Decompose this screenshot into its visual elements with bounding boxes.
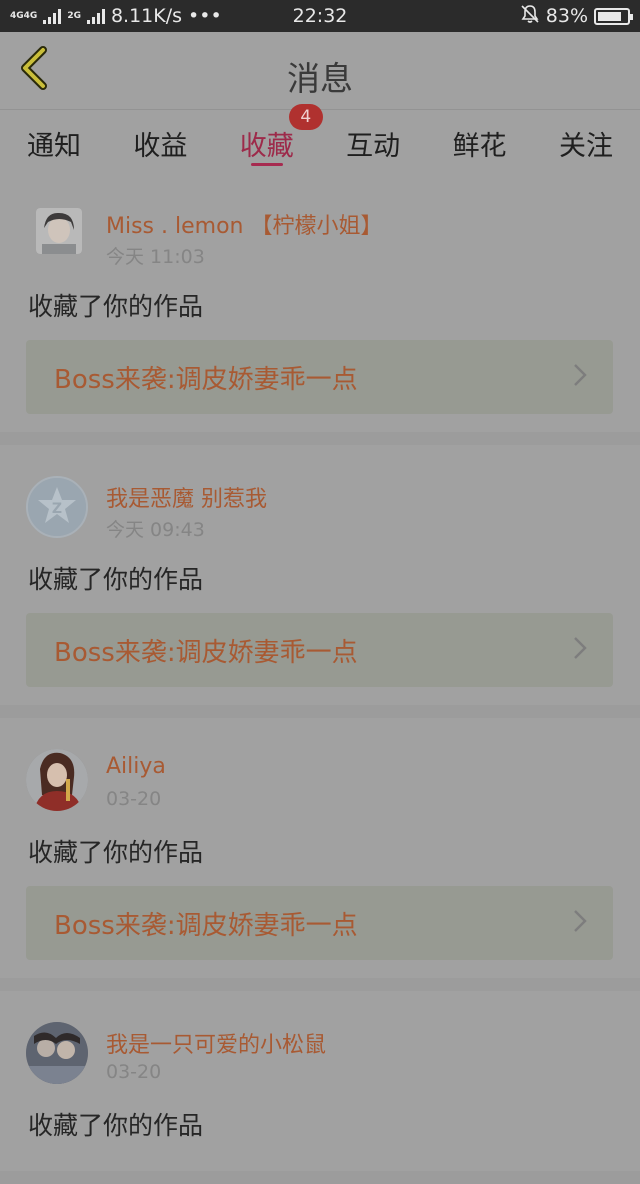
avatar[interactable]: Z	[26, 476, 88, 538]
tab-interaction[interactable]: 互动	[345, 110, 401, 172]
battery-fill	[598, 11, 622, 21]
chevron-right-icon	[573, 636, 587, 664]
tab-favorites[interactable]: 收藏 4	[239, 104, 323, 172]
user-name[interactable]: 我是一只可爱的小松鼠	[106, 1027, 326, 1059]
action-text: 收藏了你的作品	[28, 1111, 204, 1140]
signal-icon-2	[86, 8, 105, 24]
work-link[interactable]: Boss来袭:调皮娇妻乖一点	[26, 886, 613, 960]
timestamp: 今天 11:03	[106, 246, 205, 268]
tab-notice[interactable]: 通知	[26, 110, 82, 172]
tab-bar: 通知 收益 收藏 4 互动 鲜花 关注	[0, 104, 640, 172]
message-list: Miss . lemon 【柠檬小姐】 今天 11:03 收藏了你的作品 Bos…	[0, 172, 640, 1184]
tab-flowers[interactable]: 鲜花	[452, 110, 508, 172]
status-bar: 4G4G 2G 8.11K/s ••• 22:32 83%	[0, 0, 640, 32]
unread-badge: 4	[288, 104, 323, 130]
avatar[interactable]	[26, 1022, 88, 1084]
user-name[interactable]: Ailiya	[106, 754, 166, 779]
work-title: Boss来袭:调皮娇妻乖一点	[54, 637, 358, 668]
battery-percent: 83%	[545, 5, 588, 27]
work-link[interactable]: Boss来袭:调皮娇妻乖一点	[26, 613, 613, 687]
network-type-2g: 2G	[67, 10, 81, 21]
signal-icon	[43, 8, 62, 24]
work-title: Boss来袭:调皮娇妻乖一点	[54, 910, 358, 941]
list-item: 我是一只可爱的小松鼠 03-20 收藏了你的作品	[0, 991, 640, 1171]
user-name[interactable]: 我是恶魔 别惹我	[106, 481, 267, 513]
chevron-right-icon	[573, 909, 587, 937]
battery-icon	[594, 7, 633, 25]
list-item: Miss . lemon 【柠檬小姐】 今天 11:03 收藏了你的作品 Bos…	[0, 172, 640, 432]
svg-text:Z: Z	[52, 501, 62, 517]
work-title: Boss来袭:调皮娇妻乖一点	[54, 364, 358, 395]
header: 消息	[0, 32, 640, 110]
action-text: 收藏了你的作品	[28, 565, 204, 594]
timestamp: 03-20	[106, 788, 162, 810]
chevron-right-icon	[573, 363, 587, 391]
avatar[interactable]	[36, 208, 82, 254]
tab-follow[interactable]: 关注	[558, 110, 614, 172]
avatar[interactable]	[26, 749, 88, 811]
status-left: 4G4G 2G 8.11K/s •••	[10, 5, 222, 27]
page-title: 消息	[287, 59, 353, 98]
active-tab-indicator	[250, 163, 283, 166]
list-item: Z 我是恶魔 别惹我 今天 09:43 收藏了你的作品 Boss来袭:调皮娇妻乖…	[0, 445, 640, 705]
more-status-icon: •••	[188, 5, 222, 27]
action-text: 收藏了你的作品	[28, 292, 204, 321]
bell-muted-icon	[520, 4, 540, 29]
timestamp: 03-20	[106, 1061, 162, 1083]
list-item: Ailiya 03-20 收藏了你的作品 Boss来袭:调皮娇妻乖一点	[0, 718, 640, 978]
user-name[interactable]: Miss . lemon 【柠檬小姐】	[106, 208, 382, 240]
network-speed: 8.11K/s	[110, 5, 183, 27]
network-type-label: 4G4G	[10, 10, 38, 21]
tab-earnings[interactable]: 收益	[132, 110, 188, 172]
timestamp: 今天 09:43	[106, 519, 205, 541]
work-link[interactable]: Boss来袭:调皮娇妻乖一点	[26, 340, 613, 414]
status-right: 83%	[520, 4, 633, 29]
action-text: 收藏了你的作品	[28, 838, 204, 867]
